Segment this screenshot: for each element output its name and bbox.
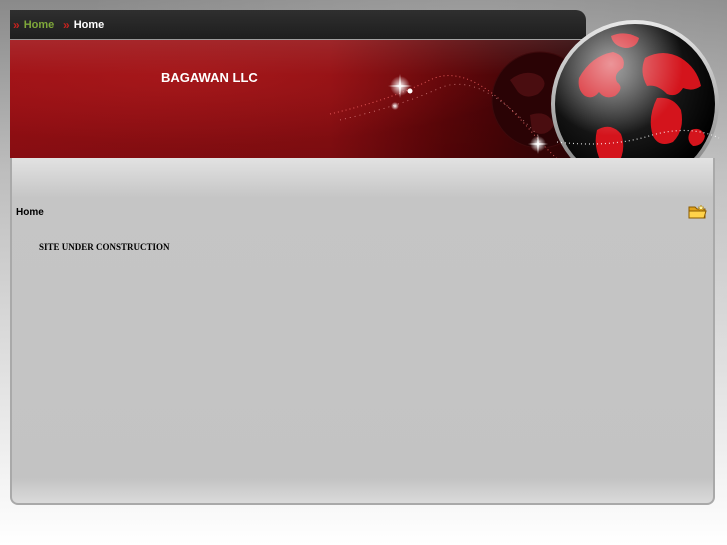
top-nav-bar: » Home » Home [10, 10, 586, 39]
construction-message: SITE UNDER CONSTRUCTION [39, 242, 170, 252]
nav-link-home-current[interactable]: » Home [63, 18, 104, 32]
sparkle-trail-decoration [329, 51, 590, 158]
content-panel [10, 158, 715, 505]
company-title: BAGAWAN LLC [161, 70, 258, 85]
nav-link-label: Home [73, 19, 105, 31]
double-chevron-right-icon: » [63, 18, 70, 32]
header-banner: BAGAWAN LLC [10, 40, 590, 160]
page-title: Home [16, 207, 44, 218]
double-chevron-right-icon: » [13, 18, 20, 32]
folder-icon[interactable] [688, 204, 707, 220]
nav-link-home[interactable]: » Home [13, 18, 54, 32]
nav-link-label: Home [23, 19, 55, 31]
